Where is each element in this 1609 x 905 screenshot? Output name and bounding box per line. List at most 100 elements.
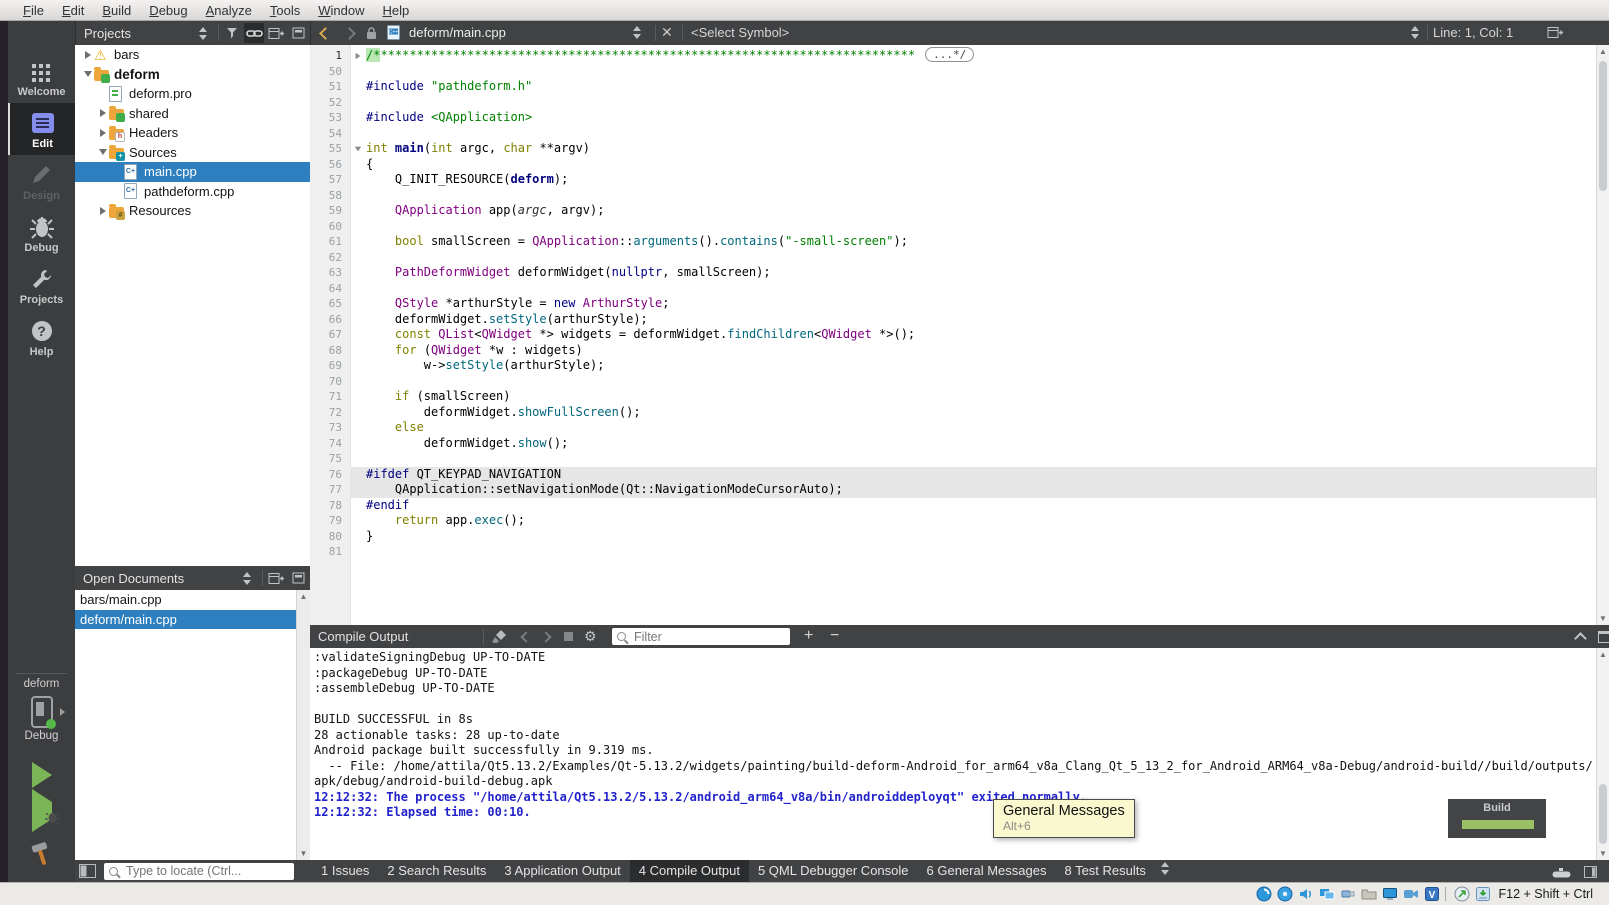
toggle-right-sidebar-icon[interactable] [1584,865,1597,883]
scroll-up-icon[interactable]: ▲ [1597,650,1609,659]
output-pane-button-2-search-results[interactable]: 2 Search Results [378,860,495,882]
go-forward-icon[interactable] [343,27,356,40]
fold-marker-icon[interactable] [350,141,366,157]
code-line-61[interactable]: 61 bool smallScreen = QApplication::argu… [310,234,1596,250]
menu-edit[interactable]: Edit [53,3,93,18]
network-icon[interactable] [1319,886,1336,903]
tree-item-deform[interactable]: deform [75,65,310,85]
code-line-65[interactable]: 65 QStyle *arthurStyle = new ArthurStyle… [310,296,1596,312]
code-line-54[interactable]: 54 [310,126,1596,142]
zoom-in-button[interactable]: + [804,625,813,648]
tree-item-headers[interactable]: hHeaders [75,123,310,143]
code-line-56[interactable]: 56{ [310,157,1596,173]
fold-marker-icon[interactable] [350,48,366,64]
expander-icon[interactable] [96,207,109,215]
tree-item-deform-pro[interactable]: deform.pro [75,84,310,104]
code-line-79[interactable]: 79 return app.exec(); [310,513,1596,529]
keyboard-capture-icon[interactable] [1475,886,1492,903]
close-panel-icon[interactable] [288,23,308,43]
scrollbar-thumb[interactable] [1599,61,1607,191]
output-scrollbar[interactable]: ▲ ▼ [1596,648,1609,860]
code-line-60[interactable]: 60 [310,219,1596,235]
pane-selector-updown-icon[interactable] [193,23,213,43]
run-button[interactable] [8,762,75,788]
open-document-bars-main-cpp[interactable]: bars/main.cpp [75,590,296,610]
expander-icon[interactable] [96,109,109,117]
document-dropdown-icon[interactable] [633,26,642,44]
code-line-55[interactable]: 55int main(int argc, char **argv) [310,141,1596,157]
code-line-80[interactable]: 80} [310,529,1596,545]
editor-scrollbar[interactable]: ▲ ▼ [1596,45,1609,625]
scroll-up-icon[interactable]: ▲ [297,592,310,601]
mode-design[interactable]: Design [8,155,75,207]
mouse-integration-icon[interactable] [1454,886,1471,903]
tree-item-resources[interactable]: #Resources [75,201,310,221]
tree-item-bars[interactable]: ⚠bars [75,45,310,65]
code-line-73[interactable]: 73 else [310,420,1596,436]
tree-item-shared[interactable]: shared [75,104,310,124]
hard-disk-icon[interactable] [1256,886,1273,903]
symbol-selector[interactable]: <Select Symbol> [691,21,789,45]
kit-selector-button[interactable] [8,696,75,730]
usb-icon[interactable] [1340,886,1357,903]
go-back-icon[interactable] [319,27,332,40]
locator-field[interactable] [104,863,294,880]
output-pane-button-1-issues[interactable]: 1 Issues [312,860,378,882]
projects-panel-title[interactable]: Projects [84,26,193,41]
menu-analyze[interactable]: Analyze [197,3,261,18]
locator-input[interactable] [124,863,289,879]
recording-icon[interactable] [1403,886,1420,903]
code-line-62[interactable]: 62 [310,250,1596,266]
scroll-up-icon[interactable]: ▲ [1597,47,1609,56]
tree-item-main-cpp[interactable]: main.cpp [75,162,310,182]
code-line-58[interactable]: 58 [310,188,1596,204]
code-line-71[interactable]: 71 if (smallScreen) [310,389,1596,405]
code-line-50[interactable]: 50 [310,64,1596,80]
expander-icon[interactable] [96,129,109,137]
code-line-67[interactable]: 67 const QList<QWidget *> widgets = defo… [310,327,1596,343]
output-pane-button-3-application-output[interactable]: 3 Application Output [495,860,629,882]
build-button[interactable] [8,841,75,867]
display-icon[interactable] [1382,886,1399,903]
collapse-pane-icon[interactable] [1574,632,1587,645]
link-with-editor-icon[interactable] [244,23,264,43]
open-documents-title[interactable]: Open Documents [83,571,237,586]
menu-tools[interactable]: Tools [261,3,309,18]
expander-icon[interactable] [96,149,109,155]
code-line-1[interactable]: 1/**************************************… [310,48,1596,64]
code-line-51[interactable]: 51#include "pathdeform.h" [310,79,1596,95]
code-line-64[interactable]: 64 [310,281,1596,297]
toggle-left-sidebar-icon[interactable] [79,864,96,878]
code-line-81[interactable]: 81 [310,544,1596,560]
scroll-down-icon[interactable]: ▼ [297,849,310,858]
code-line-59[interactable]: 59 QApplication app(argc, argv); [310,203,1596,219]
code-line-74[interactable]: 74 deformWidget.show(); [310,436,1596,452]
next-item-icon[interactable] [540,631,551,642]
filter-icon[interactable] [222,23,242,43]
code-line-63[interactable]: 63 PathDeformWidget deformWidget(nullptr… [310,265,1596,281]
output-pane-button-8-test-results[interactable]: 8 Test Results [1055,860,1154,882]
debug-run-button[interactable] [8,802,75,820]
code-line-70[interactable]: 70 [310,374,1596,390]
output-pane-updown-icon[interactable] [1161,862,1170,880]
menu-window[interactable]: Window [309,3,373,18]
split-new-window-icon[interactable] [266,568,286,588]
split-editor-icon[interactable] [1547,26,1563,44]
menu-debug[interactable]: Debug [140,3,196,18]
code-line-57[interactable]: 57 Q_INIT_RESOURCE(deform); [310,172,1596,188]
previous-item-icon[interactable] [520,631,531,642]
mode-edit[interactable]: Edit [8,103,75,155]
code-editor[interactable]: 1/**************************************… [310,45,1596,625]
code-line-68[interactable]: 68 for (QWidget *w : widgets) [310,343,1596,359]
tree-item-sources[interactable]: +Sources [75,143,310,163]
split-new-window-icon[interactable] [266,23,286,43]
output-filter-field[interactable] [612,628,790,645]
code-line-66[interactable]: 66 deformWidget.setStyle(arthurStyle); [310,312,1596,328]
zoom-out-button[interactable]: − [830,625,839,648]
mode-debug[interactable]: Debug [8,207,75,259]
maximize-pane-icon[interactable] [1598,631,1609,643]
scrollbar-thumb[interactable] [1599,784,1607,844]
optical-disk-icon[interactable] [1277,886,1294,903]
expander-icon[interactable] [81,51,94,59]
menu-help[interactable]: Help [373,3,418,18]
